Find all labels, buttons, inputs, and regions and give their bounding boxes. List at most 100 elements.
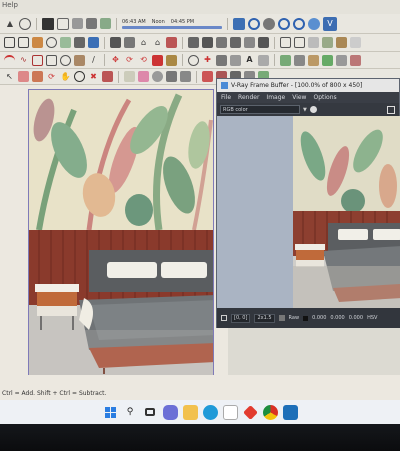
paste-icon[interactable] [18,37,29,48]
edge-browser-icon[interactable] [202,404,218,420]
front-view-icon[interactable] [216,37,227,48]
zoom-extents-icon[interactable]: ✖ [88,71,99,82]
rotate-tool-icon[interactable]: ⟲ [138,55,149,66]
material-icon[interactable] [233,17,245,30]
channel-dropdown-icon[interactable]: ▼ [303,107,307,113]
sphere-icon[interactable] [263,17,275,30]
ies-light-icon[interactable] [180,71,191,82]
file-explorer-icon[interactable] [182,404,198,420]
sync-icon[interactable] [248,17,260,30]
dimension-icon[interactable] [230,54,241,66]
stamp-icon[interactable] [294,54,305,66]
rect-icon[interactable] [46,54,57,66]
protractor-icon[interactable] [188,54,199,66]
right-view-icon[interactable] [230,37,241,48]
walk-icon[interactable] [102,71,113,82]
histogram-icon[interactable] [278,315,285,321]
arc-icon[interactable] [4,54,15,66]
flip-edge-icon[interactable] [336,54,347,66]
clock-icon[interactable] [19,17,31,30]
paint-bucket-icon[interactable] [32,71,43,82]
component-icon[interactable] [110,37,121,48]
search-icon[interactable]: ⚲ [123,405,138,420]
sketchup-icon[interactable] [282,404,298,420]
render-preview[interactable] [293,116,400,308]
spot-light-icon[interactable] [166,71,177,82]
time-slider[interactable] [122,25,222,29]
display-icon[interactable] [86,18,97,29]
eraser-icon[interactable] [42,17,54,30]
box-icon[interactable] [74,37,85,48]
axes-icon[interactable]: ✚ [202,55,213,66]
sketchup-viewport[interactable] [0,85,228,451]
render-icon[interactable] [278,17,290,30]
select-icon[interactable]: ↖ [4,71,15,82]
section-icon[interactable] [216,54,227,66]
paint-icon[interactable] [166,37,177,48]
grid-icon[interactable] [57,17,69,30]
save-icon[interactable] [387,105,395,114]
smoove-icon[interactable] [350,54,361,66]
copy-icon[interactable] [4,37,15,48]
vfb-history-panel[interactable] [217,116,293,308]
pan-icon[interactable]: ✋ [60,71,71,82]
drape-icon[interactable] [308,54,319,66]
follow-me-icon[interactable]: ⟳ [124,55,135,66]
menu-help[interactable]: Help [2,1,18,9]
polygon-icon[interactable] [74,54,85,66]
fur-icon[interactable] [202,71,213,82]
house-icon[interactable]: ⌂ [138,37,149,48]
scale-icon[interactable] [60,37,71,48]
sandbox-icon[interactable] [280,54,291,66]
red-app-icon[interactable] [242,404,258,420]
zoom-icon[interactable] [74,71,85,82]
interactive-render-icon[interactable] [293,17,305,30]
hidden-line-icon[interactable] [308,37,319,48]
move-icon[interactable]: ✥ [110,55,121,66]
sphere-light-icon[interactable] [152,71,163,82]
back-view-icon[interactable] [244,37,255,48]
vfb-title-bar[interactable]: V-Ray Frame Buffer - [100.0% of 800 x 45… [217,79,399,92]
channel-select[interactable]: RGB color [220,105,300,114]
cloud-icon[interactable] [308,17,320,30]
shaded-icon[interactable] [322,37,333,48]
scale-tool-icon[interactable] [152,54,163,66]
top-view-icon[interactable] [202,37,213,48]
home-icon[interactable]: ⌂ [152,37,163,48]
offset-icon[interactable] [32,54,43,66]
task-view-icon[interactable] [143,405,158,420]
text-icon[interactable]: A [244,55,255,66]
line-icon[interactable]: ∕ [88,55,99,66]
dome-light-icon[interactable] [138,71,149,82]
iso-icon[interactable] [188,37,199,48]
vfb-menu-image[interactable]: Image [266,94,285,101]
freehand-icon[interactable]: ∿ [18,55,29,66]
vfb-menu-render[interactable]: Render [238,94,259,101]
light-icon[interactable] [124,71,135,82]
vfb-settings-icon[interactable] [221,315,227,321]
teams-chat-icon[interactable] [162,404,178,420]
monochrome-icon[interactable] [350,37,361,48]
vray-logo-icon[interactable]: V [323,16,337,31]
xray-icon[interactable] [280,37,291,48]
color-wheel-icon[interactable] [309,106,317,113]
add-detail-icon[interactable] [322,54,333,66]
pointer-icon[interactable]: ▲ [4,18,16,30]
textured-icon[interactable] [336,37,347,48]
layout-icon[interactable] [100,18,111,29]
box-icon[interactable] [88,37,99,48]
eraser-tool-icon[interactable] [18,71,29,82]
pushpull-icon[interactable] [32,37,43,48]
chrome-icon[interactable] [262,404,278,420]
windows-start-icon[interactable] [103,405,118,420]
orbit-icon[interactable]: ⟳ [46,71,57,82]
shadow-icon[interactable] [72,18,83,29]
left-view-icon[interactable] [258,37,269,48]
rotate-icon[interactable] [46,37,57,48]
tape-icon[interactable] [166,54,177,66]
tag-icon[interactable] [258,54,269,66]
circle-icon[interactable] [60,54,71,66]
group-icon[interactable] [124,37,135,48]
vfb-menu-view[interactable]: View [292,94,306,101]
vfb-menu-file[interactable]: File [221,94,231,101]
